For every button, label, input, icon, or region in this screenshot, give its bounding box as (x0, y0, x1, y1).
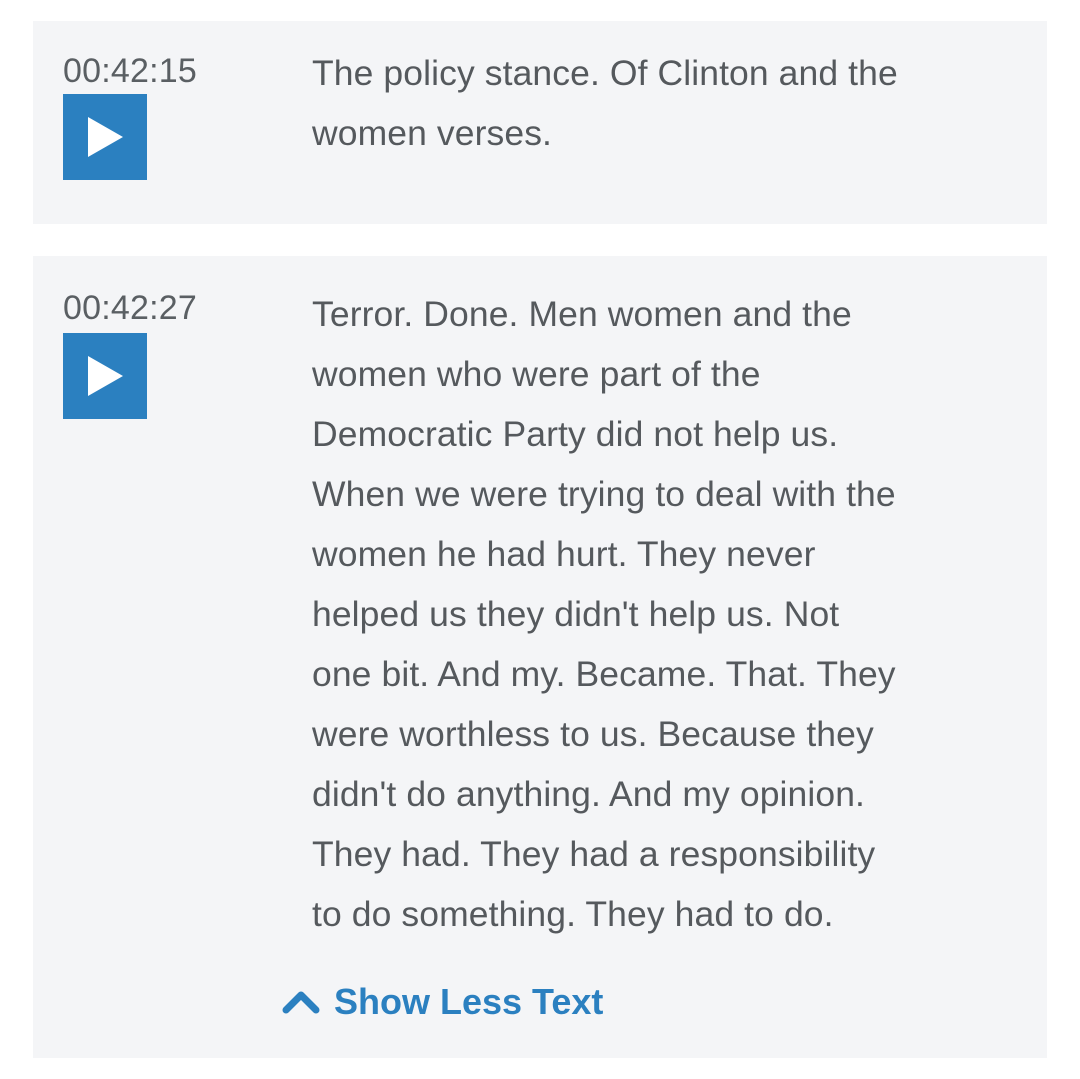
transcript-line: were worthless to us. Because they (312, 714, 874, 754)
transcript-text: Terror. Done. Men women and the women wh… (312, 284, 1032, 944)
play-button[interactable] (63, 333, 147, 419)
timestamp: 00:42:27 (63, 289, 197, 327)
transcript-line: Terror. Done. Men women and the (312, 294, 852, 334)
transcript-line: to do something. They had to do. (312, 894, 834, 934)
transcript-line: didn't do anything. And my opinion. (312, 774, 866, 814)
transcript-text: The policy stance. Of Clinton and the wo… (312, 43, 1032, 163)
show-less-text-link[interactable]: Show Less Text (282, 978, 603, 1026)
transcript-line: women he had hurt. They never (312, 534, 816, 574)
transcript-line: helped us they didn't help us. Not (312, 594, 840, 634)
timestamp: 00:42:15 (63, 52, 197, 90)
play-icon (88, 356, 123, 396)
transcript-entry: 00:42:15 The policy stance. Of Clinton a… (33, 21, 1047, 224)
show-less-label: Show Less Text (334, 981, 604, 1022)
transcript-entry: 00:42:27 Terror. Done. Men women and the… (33, 256, 1047, 1058)
play-icon (88, 117, 123, 157)
transcript-line: one bit. And my. Became. That. They (312, 654, 896, 694)
transcript-line: Democratic Party did not help us. (312, 414, 839, 454)
transcript-line: women verses. (312, 113, 553, 153)
transcript-line: The policy stance. Of Clinton and the (312, 53, 898, 93)
transcript-line: They had. They had a responsibility (312, 834, 876, 874)
transcript-line: women who were part of the (312, 354, 761, 394)
chevron-up-icon (282, 991, 320, 1014)
play-button[interactable] (63, 94, 147, 180)
transcript-line: When we were trying to deal with the (312, 474, 896, 514)
